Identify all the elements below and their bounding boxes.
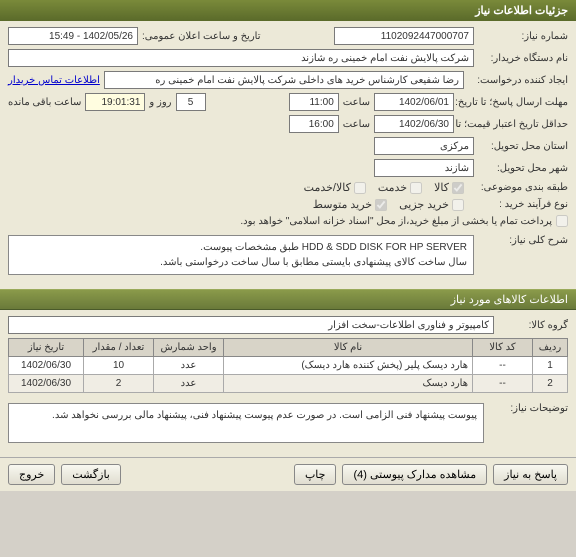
label-general-desc: شرح کلی نیاز: xyxy=(478,231,568,246)
category-group: کالا خدمت کالا/خدمت xyxy=(304,181,464,194)
label-time1: ساعت xyxy=(343,97,370,108)
label-state: استان محل تحویل: xyxy=(478,141,568,152)
label-goods-group: گروه کالا: xyxy=(498,320,568,331)
footer: پاسخ به نیاز مشاهده مدارک پیوستی (4) چاپ… xyxy=(0,457,576,491)
field-state: مرکزی xyxy=(374,137,474,155)
field-req-no: 1102092447000707 xyxy=(334,27,474,45)
label-remarks: توضیحات نیاز: xyxy=(488,399,568,414)
checkbox-service[interactable]: خدمت xyxy=(378,181,422,194)
field-buyer: شرکت پالایش نفت امام خمینی ره شازند xyxy=(8,49,474,67)
exit-button[interactable]: خروج xyxy=(8,464,55,485)
th-1: کد کالا xyxy=(473,339,533,357)
checkbox-medium[interactable]: خرید متوسط xyxy=(313,198,387,211)
field-creator: رضا شفیعی کارشناس خرید های داخلی شرکت پا… xyxy=(104,71,464,89)
checkbox-payment-note[interactable] xyxy=(556,215,568,227)
label-day-and: روز و xyxy=(149,97,171,108)
payment-note: پرداخت تمام یا بخشی از مبلغ خرید،از محل … xyxy=(240,216,552,227)
section-items-header: اطلاعات کالاهای مورد نیاز xyxy=(0,289,576,310)
table-header-row: ردیف کد کالا نام کالا واحد شمارش تعداد /… xyxy=(9,339,568,357)
desc-line2: سال ساخت کالای پیشنهادی بایستی مطابق با … xyxy=(15,255,467,270)
field-deadline-date: 1402/06/01 xyxy=(374,93,454,111)
window: جزئیات اطلاعات نیاز شماره نیاز: 11020924… xyxy=(0,0,576,491)
label-buy-type: نوع فرآیند خرید : xyxy=(468,199,568,210)
remarks-box: پیوست پیشنهاد فنی الزامی است. در صورت عد… xyxy=(8,403,484,443)
footer-left-group: پاسخ به نیاز مشاهده مدارک پیوستی (4) چاپ xyxy=(294,464,568,485)
checkbox-micro[interactable]: خرید جزیی xyxy=(399,198,464,211)
label-pub-date: تاریخ و ساعت اعلان عمومی: xyxy=(142,31,261,42)
window-title: جزئیات اطلاعات نیاز xyxy=(475,5,568,17)
label-buyer: نام دستگاه خریدار: xyxy=(478,53,568,64)
th-4: تعداد / مقدار xyxy=(84,339,154,357)
field-goods-group: کامپیوتر و فناوری اطلاعات-سخت افزار xyxy=(8,316,494,334)
label-time2: ساعت xyxy=(343,119,370,130)
field-days-left: 5 xyxy=(176,93,206,111)
label-time-left: ساعت باقی مانده xyxy=(8,97,81,108)
buytype-group: خرید جزیی خرید متوسط xyxy=(313,198,464,211)
back-button[interactable]: بازگشت xyxy=(61,464,121,485)
field-deadline-time: 11:00 xyxy=(289,93,339,111)
desc-line1: HDD & SDD DISK FOR HP SERVER طبق مشخصات … xyxy=(15,240,467,255)
reply-button[interactable]: پاسخ به نیاز xyxy=(493,464,568,485)
field-pub-date: 1402/05/26 - 15:49 xyxy=(8,27,138,45)
label-deadline: مهلت ارسال پاسخ؛ تا تاریخ: xyxy=(458,97,568,108)
th-0: ردیف xyxy=(533,339,568,357)
label-city: شهر محل تحویل: xyxy=(478,163,568,174)
field-countdown: 19:01:31 xyxy=(85,93,145,111)
field-city: شازند xyxy=(374,159,474,177)
checkbox-goods[interactable]: کالا xyxy=(434,181,464,194)
items-area: گروه کالا: کامپیوتر و فناوری اطلاعات-سخت… xyxy=(0,310,576,457)
label-validity: حداقل تاریخ اعتبار قیمت؛ تا تاریخ: xyxy=(458,119,568,130)
checkbox-goods-service[interactable]: کالا/خدمت xyxy=(304,181,366,194)
details-form: شماره نیاز: 1102092447000707 تاریخ و ساع… xyxy=(0,21,576,289)
table-row: 2 -- هارد دیسک عدد 2 1402/06/30 xyxy=(9,375,568,393)
field-validity-date: 1402/06/30 xyxy=(374,115,454,133)
contact-link[interactable]: اطلاعات تماس خریدار xyxy=(8,75,100,86)
label-category: طبقه بندی موضوعی: xyxy=(468,182,568,193)
general-desc-box: HDD & SDD DISK FOR HP SERVER طبق مشخصات … xyxy=(8,235,474,275)
footer-right-group: بازگشت خروج xyxy=(8,464,121,485)
th-3: واحد شمارش xyxy=(154,339,224,357)
table-row: 1 -- هارد دیسک پلیر (پخش کننده هارد دیسک… xyxy=(9,357,568,375)
field-validity-time: 16:00 xyxy=(289,115,339,133)
label-req-no: شماره نیاز: xyxy=(478,31,568,42)
label-creator: ایجاد کننده درخواست: xyxy=(468,75,568,86)
items-table: ردیف کد کالا نام کالا واحد شمارش تعداد /… xyxy=(8,338,568,393)
titlebar: جزئیات اطلاعات نیاز xyxy=(0,0,576,21)
th-5: تاریخ نیاز xyxy=(9,339,84,357)
print-button[interactable]: چاپ xyxy=(294,464,337,485)
th-2: نام کالا xyxy=(224,339,473,357)
attachments-button[interactable]: مشاهده مدارک پیوستی (4) xyxy=(342,464,487,485)
